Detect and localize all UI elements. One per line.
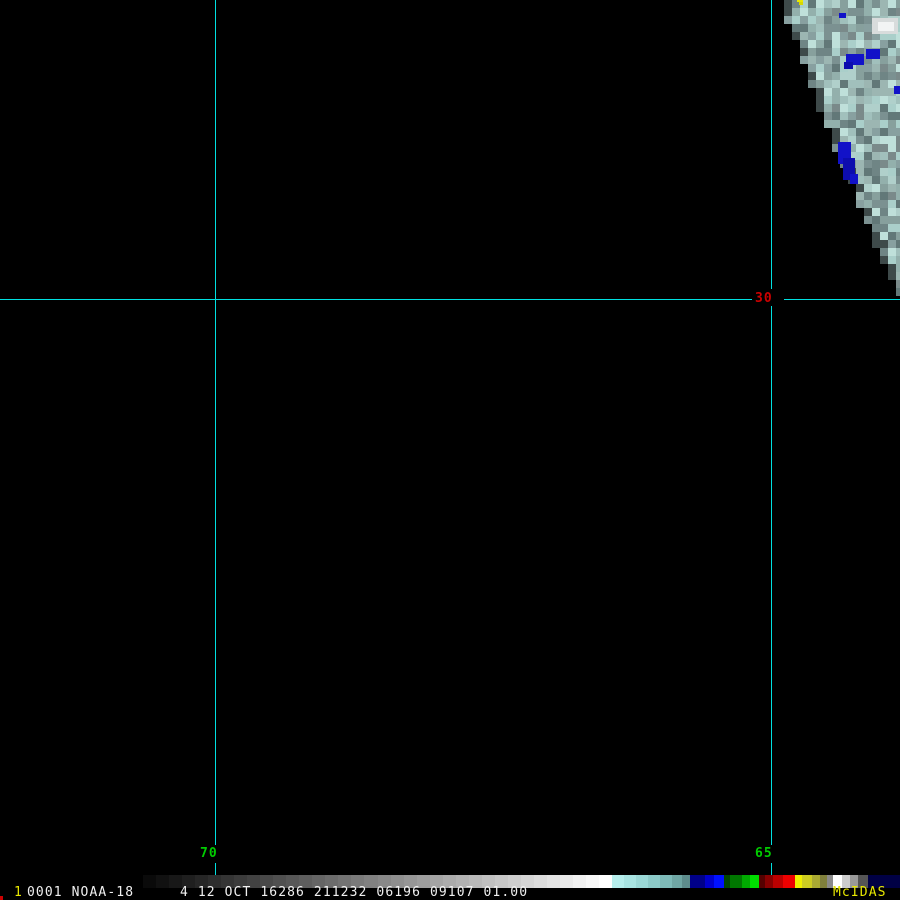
longitude-line-0 [215, 0, 216, 845]
longitude-line-1 [771, 0, 772, 289]
frame-info-text: 0001 NOAA-18 [27, 885, 135, 900]
longitude-label-70: 70 [199, 846, 219, 861]
mcidas-brand-label: McIDAS [833, 885, 887, 900]
longitude-label-65: 65 [754, 846, 774, 861]
image-time-text: 4 12 OCT 16286 211232 06196 09107 01.00 [180, 885, 529, 900]
latitude-label-30: 30 [754, 291, 774, 306]
satellite-swath-image [784, 0, 900, 296]
longitude-line-1 [771, 306, 772, 845]
latitude-line-30 [784, 299, 900, 300]
cursor-artifact [0, 896, 3, 900]
frame-number: 1 [14, 885, 23, 900]
status-bar: 1 0001 NOAA-18 4 12 OCT 16286 211232 061… [0, 886, 900, 900]
mcidas-image-display[interactable]: 30 70 65 1 0001 NOAA-18 4 12 OCT 16286 2… [0, 0, 900, 900]
latitude-line-30 [0, 299, 752, 300]
